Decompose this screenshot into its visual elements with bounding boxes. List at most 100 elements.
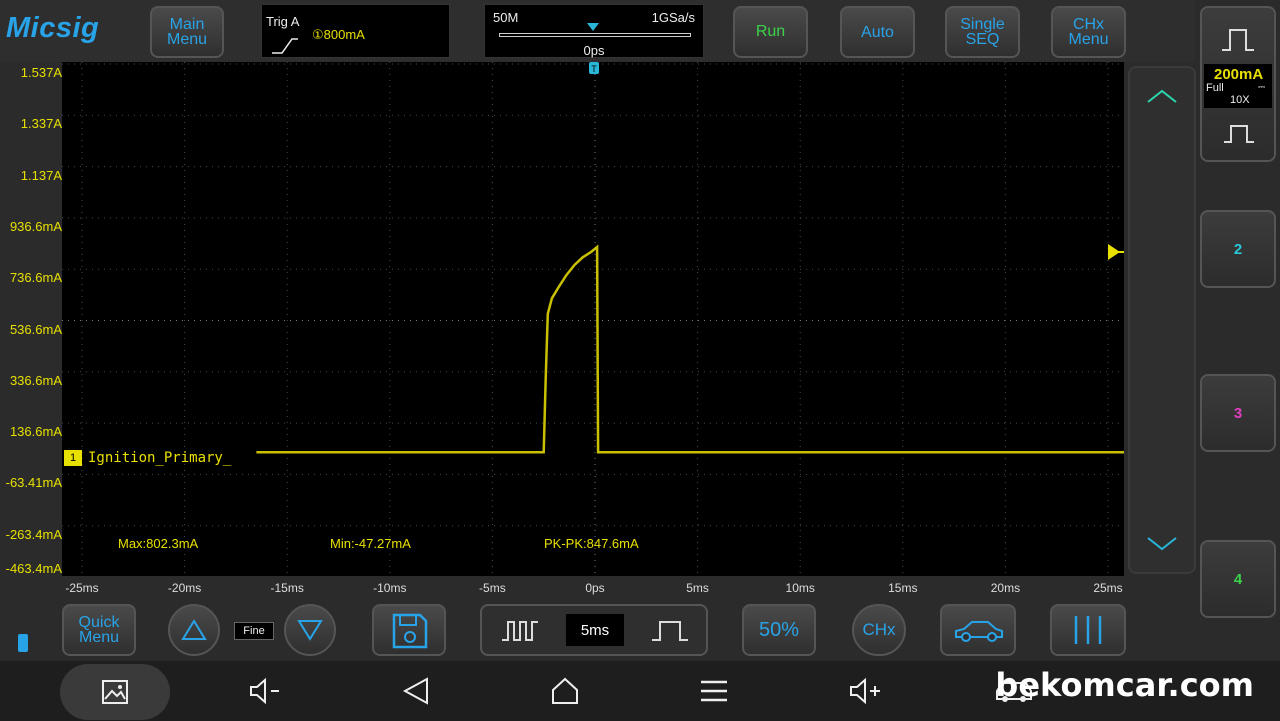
y-axis-label: -263.4mA: [5, 526, 62, 542]
volume-up-button[interactable]: [845, 672, 885, 710]
brand-logo: Micsig: [6, 12, 100, 44]
watermark-text: bekomcar.com: [995, 666, 1254, 704]
fine-adjust-group: Fine: [168, 604, 336, 656]
memory-position-bar: [499, 33, 691, 37]
channel-1-scale: 200mA: [1214, 66, 1264, 83]
waveform-display[interactable]: T 1 Ignition_Primary_ Max:802.3mA Min:-4…: [62, 62, 1124, 576]
battery-icon: [18, 634, 28, 652]
y-axis-label: 136.6mA: [9, 424, 62, 440]
x-axis-label: -25ms: [65, 581, 99, 595]
waveform-plot: T: [62, 62, 1124, 576]
triangle-up-icon: [181, 619, 207, 640]
rising-edge-icon: [272, 38, 298, 54]
channel-4-label: 4: [1233, 570, 1243, 588]
y-axis-label: -463.4mA: [5, 561, 62, 576]
scroll-up-icon[interactable]: [1146, 88, 1178, 106]
car-icon: [955, 621, 1003, 642]
channel-1-probe: 10X: [1230, 94, 1250, 106]
increase-button[interactable]: [168, 604, 220, 656]
screenshot-button[interactable]: [60, 664, 170, 720]
back-button[interactable]: [396, 672, 436, 710]
home-icon: [552, 677, 578, 704]
x-axis-label: 5ms: [686, 581, 709, 595]
y-axis-label: 336.6mA: [9, 372, 62, 388]
channel-1-marker[interactable]: 1: [64, 450, 82, 466]
decrease-button[interactable]: [284, 604, 336, 656]
x-axis-label: 10ms: [785, 581, 815, 595]
wide-pulse-icon: [652, 621, 688, 641]
x-axis-label: -20ms: [167, 581, 202, 595]
timebase-panel[interactable]: 50M 1GSa/s 0ps: [484, 4, 704, 58]
sample-rate: 1GSa/s: [651, 10, 695, 25]
chx-button[interactable]: CHx: [852, 604, 906, 656]
volume-up-icon: [850, 677, 880, 705]
image-gallery-icon: [102, 680, 128, 704]
auto-button[interactable]: Auto: [840, 6, 915, 58]
fifty-percent-button[interactable]: 50%: [742, 604, 816, 656]
x-axis-label: -10ms: [373, 581, 407, 595]
channel-2-button[interactable]: 2: [1200, 210, 1276, 288]
y-axis-label: 1.537A: [20, 65, 62, 80]
fine-toggle[interactable]: Fine: [234, 622, 274, 640]
x-axis-label: -5ms: [479, 581, 506, 595]
channel-1-panel[interactable]: 200mA Full ⎓ 10X: [1200, 6, 1276, 162]
timebase-control-group: 5ms: [480, 604, 708, 656]
channel-1-name: Ignition_Primary_: [88, 450, 232, 466]
svg-text:T: T: [591, 64, 597, 74]
channel-1-number: 1: [69, 452, 77, 464]
x-axis-label: 15ms: [888, 581, 918, 595]
quick-menu-label: Quick Menu: [78, 614, 120, 646]
automotive-button[interactable]: [940, 604, 1016, 656]
quick-menu-button[interactable]: Quick Menu: [62, 604, 136, 656]
trigger-time-marker: T: [589, 62, 599, 74]
measurement-min: Min:-47.27mA: [330, 536, 411, 551]
horizontal-offset: 0ps: [583, 43, 605, 58]
chx-label: CHx: [862, 620, 896, 639]
single-seq-button[interactable]: Single SEQ: [945, 6, 1020, 58]
y-axis-label: 1.137A: [20, 167, 62, 183]
trigger-position-marker: [587, 23, 599, 31]
channel-1-scale-box: 200mA Full ⎓ 10X: [1204, 64, 1272, 108]
channel-3-label: 3: [1233, 404, 1243, 422]
x-axis-label: -15ms: [270, 581, 304, 595]
pulse-small-icon: [1224, 125, 1254, 143]
save-button[interactable]: [372, 604, 446, 656]
volume-down-button[interactable]: [245, 672, 285, 710]
channel-3-button[interactable]: 3: [1200, 374, 1276, 452]
x-axis-label: 20ms: [990, 581, 1021, 595]
y-axis-label: -63.41mA: [5, 475, 62, 491]
hamburger-menu-icon: [701, 680, 727, 702]
cursor-button[interactable]: [1050, 604, 1126, 656]
main-menu-button[interactable]: Main Menu: [150, 6, 224, 58]
y-axis-label: 536.6mA: [9, 321, 62, 337]
y-axis-label: 736.6mA: [9, 270, 62, 286]
vertical-scroll-panel: [1128, 66, 1196, 574]
x-axis-label: 25ms: [1093, 581, 1123, 595]
narrow-pulses-icon: [502, 621, 538, 641]
back-triangle-icon: [402, 677, 428, 705]
pulse-icon: [1222, 29, 1254, 51]
timebase-increase-button[interactable]: [632, 606, 708, 654]
run-button[interactable]: Run: [733, 6, 808, 58]
scroll-down-icon[interactable]: [1146, 534, 1178, 552]
y-axis-label: 1.337A: [20, 116, 62, 132]
timebase-decrease-button[interactable]: [482, 606, 558, 654]
run-label: Run: [755, 23, 786, 40]
save-icon: [392, 613, 428, 649]
volume-down-icon: [250, 677, 279, 705]
cursor-bars-icon: [1074, 616, 1102, 644]
timebase-value-box[interactable]: 5ms: [566, 614, 624, 646]
memory-depth: 50M: [493, 10, 519, 25]
triangle-down-icon: [297, 620, 323, 641]
menu-button[interactable]: [694, 672, 734, 710]
fifty-percent-label: 50%: [758, 618, 800, 641]
chx-menu-button[interactable]: CHx Menu: [1051, 6, 1126, 58]
measurement-max: Max:802.3mA: [118, 536, 199, 551]
channel-4-button[interactable]: 4: [1200, 540, 1276, 618]
trigger-label: Trig A: [266, 14, 300, 29]
trigger-panel[interactable]: Trig A ①800mA: [261, 4, 450, 58]
coupling-dc-icon: ⎓: [1258, 82, 1266, 92]
home-button[interactable]: [545, 672, 585, 710]
main-menu-label: Main Menu: [166, 16, 208, 48]
trigger-level: ①800mA: [312, 27, 365, 42]
